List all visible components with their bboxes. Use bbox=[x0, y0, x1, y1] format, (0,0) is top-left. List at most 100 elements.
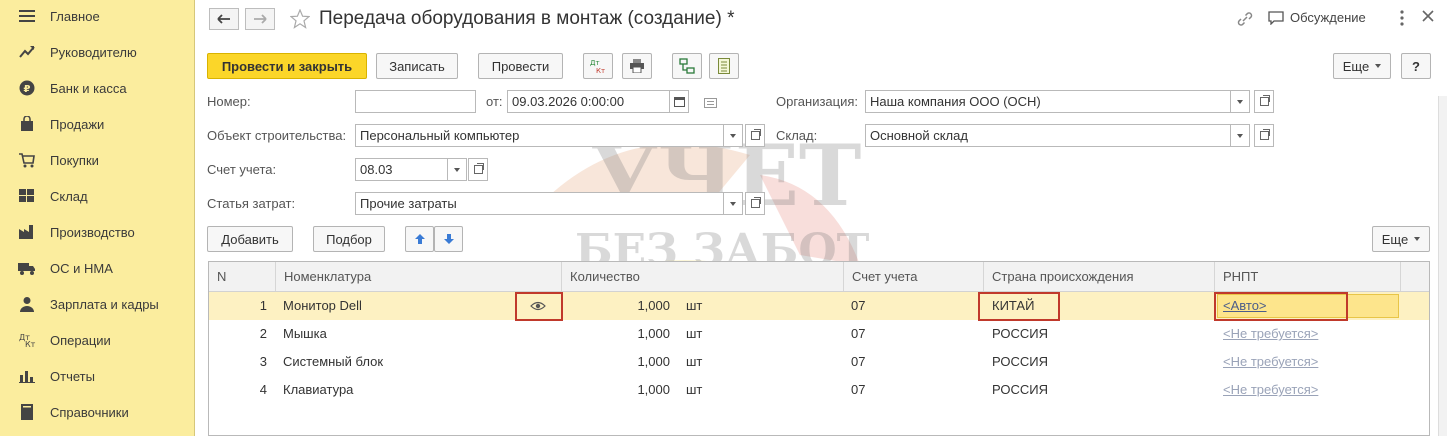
pick-button[interactable]: Подбор bbox=[313, 226, 385, 252]
favorite-star-icon[interactable] bbox=[289, 8, 311, 32]
person-icon bbox=[18, 295, 36, 313]
close-icon[interactable] bbox=[1421, 9, 1435, 26]
cell-rnpt[interactable]: <Не требуется> bbox=[1223, 376, 1318, 404]
column-header-account[interactable]: Счет учета bbox=[844, 262, 984, 291]
sidebar-item-main[interactable]: Главное bbox=[0, 1, 195, 31]
dt-kt-button[interactable]: Дт Кт bbox=[583, 53, 613, 79]
sidebar-item-reports[interactable]: Отчеты bbox=[0, 361, 195, 391]
warehouse-label: Склад: bbox=[776, 128, 818, 143]
object-dropdown[interactable] bbox=[723, 124, 743, 147]
cell-account[interactable]: 07 bbox=[851, 348, 865, 376]
organization-dropdown[interactable] bbox=[1230, 90, 1250, 113]
structure-button[interactable] bbox=[672, 53, 702, 79]
account-field[interactable]: 08.03 bbox=[355, 158, 448, 181]
column-header-n[interactable]: N bbox=[209, 262, 276, 291]
cell-country[interactable]: РОССИЯ bbox=[992, 376, 1048, 404]
forward-button[interactable] bbox=[245, 8, 275, 30]
sidebar-item-label: Продажи bbox=[50, 116, 105, 132]
cell-rnpt[interactable]: <Не требуется> bbox=[1223, 348, 1318, 376]
link-icon[interactable] bbox=[1236, 11, 1254, 30]
cell-quantity[interactable]: 1,000 bbox=[562, 376, 670, 404]
open-icon bbox=[473, 163, 484, 174]
table-more-button[interactable]: Еще bbox=[1372, 226, 1430, 252]
object-open-button[interactable] bbox=[745, 124, 765, 147]
table-row[interactable]: 3 Системный блок 1,000 шт 07 РОССИЯ <Не … bbox=[209, 348, 1429, 376]
warehouse-open-button[interactable] bbox=[1254, 124, 1274, 147]
cell-quantity[interactable]: 1,000 bbox=[562, 320, 670, 348]
cost-item-dropdown[interactable] bbox=[723, 192, 743, 215]
print-button[interactable] bbox=[622, 53, 652, 79]
cell-quantity[interactable]: 1,000 bbox=[562, 348, 670, 376]
organization-open-button[interactable] bbox=[1254, 90, 1274, 113]
cell-rnpt[interactable]: <Не требуется> bbox=[1223, 320, 1318, 348]
open-icon bbox=[1259, 129, 1270, 140]
svg-text:Кт: Кт bbox=[25, 340, 36, 348]
account-dropdown[interactable] bbox=[447, 158, 467, 181]
table-header: N Номенклатура Количество Счет учета Стр… bbox=[209, 262, 1429, 292]
cell-item[interactable]: Клавиатура bbox=[283, 376, 353, 404]
add-row-button[interactable]: Добавить bbox=[207, 226, 293, 252]
back-button[interactable] bbox=[209, 8, 239, 30]
sidebar-item-label: Производство bbox=[50, 224, 135, 240]
table-row[interactable]: 4 Клавиатура 1,000 шт 07 РОССИЯ <Не треб… bbox=[209, 376, 1429, 404]
highlight-box-eye bbox=[515, 292, 563, 321]
more-dots-icon[interactable] bbox=[1394, 9, 1410, 27]
scrollbar[interactable] bbox=[1438, 96, 1447, 436]
move-up-button[interactable] bbox=[405, 226, 434, 252]
chevron-down-icon bbox=[730, 133, 736, 138]
sidebar-item-fixed-assets[interactable]: ОС и НМА bbox=[0, 253, 195, 283]
cell-quantity[interactable]: 1,000 bbox=[562, 292, 670, 320]
sidebar-item-production[interactable]: Производство bbox=[0, 217, 195, 247]
sidebar-item-bank[interactable]: ₽ Банк и касса bbox=[0, 73, 195, 103]
calendar-button[interactable] bbox=[669, 90, 689, 113]
hierarchy-icon bbox=[679, 58, 695, 74]
move-down-button[interactable] bbox=[434, 226, 463, 252]
sidebar-item-warehouse[interactable]: Склад bbox=[0, 181, 195, 211]
save-button[interactable]: Записать bbox=[376, 53, 458, 79]
help-button[interactable]: ? bbox=[1401, 53, 1431, 79]
sidebar-item-salary[interactable]: Зарплата и кадры bbox=[0, 289, 195, 319]
number-field[interactable] bbox=[355, 90, 476, 113]
warehouse-field[interactable]: Основной склад bbox=[865, 124, 1231, 147]
cell-account[interactable]: 07 bbox=[851, 376, 865, 404]
document-icon bbox=[718, 58, 730, 74]
cost-item-field[interactable]: Прочие затраты bbox=[355, 192, 724, 215]
cell-item[interactable]: Монитор Dell bbox=[283, 292, 362, 320]
sidebar-item-sales[interactable]: Продажи bbox=[0, 109, 195, 139]
column-header-quantity[interactable]: Количество bbox=[562, 262, 844, 291]
cell-country[interactable]: РОССИЯ bbox=[992, 348, 1048, 376]
cost-item-open-button[interactable] bbox=[745, 192, 765, 215]
list-icon[interactable] bbox=[704, 96, 717, 111]
account-open-button[interactable] bbox=[468, 158, 488, 181]
column-header-rnpt[interactable]: РНПТ bbox=[1215, 262, 1401, 291]
organization-field[interactable]: Наша компания ООО (ОСН) bbox=[865, 90, 1231, 113]
report-button[interactable] bbox=[709, 53, 739, 79]
sidebar-item-directories[interactable]: Справочники bbox=[0, 397, 195, 427]
factory-icon bbox=[18, 223, 36, 241]
cell-item[interactable]: Системный блок bbox=[283, 348, 383, 376]
sidebar-item-label: Склад bbox=[50, 188, 88, 204]
sidebar-item-manager[interactable]: Руководителю bbox=[0, 37, 195, 67]
post-button[interactable]: Провести bbox=[478, 53, 563, 79]
items-table: N Номенклатура Количество Счет учета Стр… bbox=[208, 261, 1430, 436]
column-header-item[interactable]: Номенклатура bbox=[276, 262, 562, 291]
cell-country[interactable]: РОССИЯ bbox=[992, 320, 1048, 348]
more-button[interactable]: Еще bbox=[1333, 53, 1391, 79]
sidebar-item-operations[interactable]: Дт Кт Операции bbox=[0, 325, 195, 355]
warehouse-dropdown[interactable] bbox=[1230, 124, 1250, 147]
discussion-button[interactable]: Обсуждение bbox=[1268, 10, 1366, 25]
object-field[interactable]: Персональный компьютер bbox=[355, 124, 724, 147]
ruble-icon: ₽ bbox=[18, 79, 36, 97]
date-field[interactable]: 09.03.2026 0:00:00 bbox=[507, 90, 670, 113]
chevron-down-icon bbox=[1375, 64, 1382, 68]
cell-account[interactable]: 07 bbox=[851, 292, 865, 320]
open-icon bbox=[1259, 95, 1270, 106]
table-row[interactable]: 2 Мышка 1,000 шт 07 РОССИЯ <Не требуется… bbox=[209, 320, 1429, 348]
sidebar-item-purchases[interactable]: Покупки bbox=[0, 145, 195, 175]
column-header-country[interactable]: Страна происхождения bbox=[984, 262, 1215, 291]
post-and-close-button[interactable]: Провести и закрыть bbox=[207, 53, 367, 79]
cell-item[interactable]: Мышка bbox=[283, 320, 327, 348]
more-label: Еще bbox=[1342, 58, 1370, 74]
cell-n: 3 bbox=[259, 354, 267, 369]
cell-account[interactable]: 07 bbox=[851, 320, 865, 348]
